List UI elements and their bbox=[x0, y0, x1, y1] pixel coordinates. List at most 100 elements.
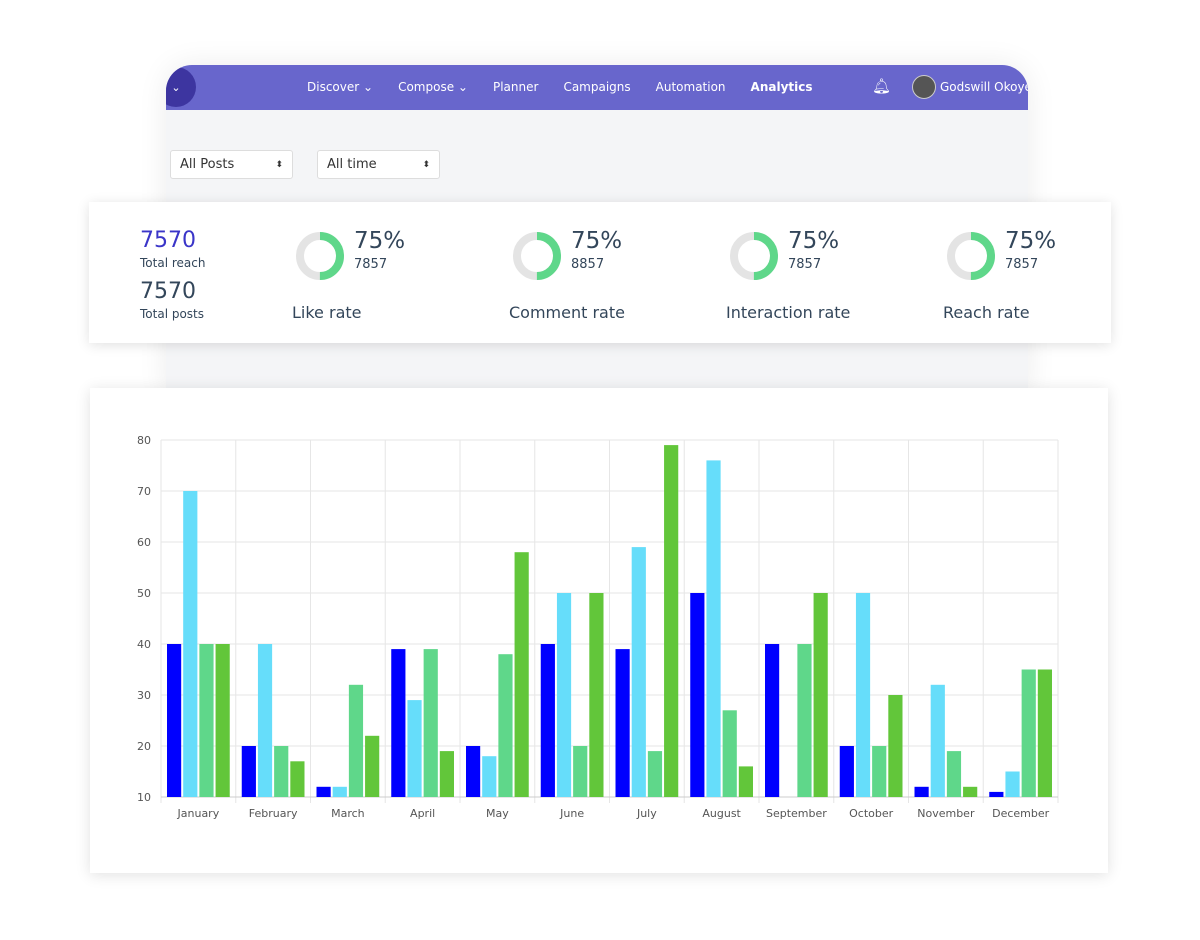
x-tick-label: January bbox=[177, 807, 220, 820]
bar-october-series-2 bbox=[872, 746, 887, 797]
total-posts-value: 7570 bbox=[140, 279, 196, 304]
bar-june-series-0 bbox=[540, 644, 555, 797]
bar-may-series-3 bbox=[514, 552, 529, 797]
bar-june-series-1 bbox=[556, 593, 572, 797]
y-tick-label: 60 bbox=[137, 536, 151, 549]
top-nav: ⌄ Discover ⌄ Compose ⌄ Planner Campaigns… bbox=[166, 65, 1028, 110]
bar-march-series-0 bbox=[316, 786, 331, 797]
bar-october-series-1 bbox=[855, 593, 871, 797]
x-tick-label: October bbox=[849, 807, 893, 820]
bar-august-series-2 bbox=[722, 710, 737, 797]
y-tick-label: 80 bbox=[137, 434, 151, 447]
sort-arrows-icon: ⬍ bbox=[275, 159, 283, 170]
avatar bbox=[912, 75, 936, 99]
y-tick-label: 40 bbox=[137, 638, 151, 651]
nav-discover[interactable]: Discover ⌄ bbox=[307, 80, 373, 94]
bar-may-series-2 bbox=[498, 654, 513, 797]
donut-ring bbox=[513, 232, 561, 280]
donut-ring bbox=[296, 232, 344, 280]
bar-july-series-0 bbox=[615, 649, 630, 797]
y-tick-label: 50 bbox=[137, 587, 151, 600]
metric-percent: 75% bbox=[788, 228, 840, 254]
x-tick-label: November bbox=[917, 807, 975, 820]
posts-filter-select[interactable]: All Posts ⬍ bbox=[170, 150, 293, 179]
bar-april-series-2 bbox=[423, 649, 438, 797]
metric-percent: 75% bbox=[354, 228, 406, 254]
stats-card: 7570 Total reach 7570 Total posts 75% 78… bbox=[89, 202, 1111, 343]
bar-october-series-0 bbox=[839, 746, 854, 797]
total-reach-value: 7570 bbox=[140, 228, 196, 253]
user-name: Godswill Okoye bbox=[940, 80, 1028, 94]
bar-may-series-1 bbox=[482, 756, 497, 797]
nav-automation[interactable]: Automation bbox=[656, 80, 726, 94]
x-tick-label: May bbox=[486, 807, 509, 820]
bar-december-series-3 bbox=[1037, 669, 1052, 797]
bar-september-series-2 bbox=[797, 644, 812, 797]
user-menu[interactable]: Godswill Okoye bbox=[912, 75, 1028, 99]
bar-april-series-0 bbox=[391, 649, 406, 797]
donut-ring bbox=[947, 232, 995, 280]
bar-july-series-1 bbox=[631, 547, 646, 797]
y-tick-label: 20 bbox=[137, 740, 151, 753]
x-tick-label: September bbox=[766, 807, 827, 820]
nav-analytics[interactable]: Analytics bbox=[751, 80, 813, 94]
bar-november-series-2 bbox=[946, 751, 962, 797]
bar-june-series-3 bbox=[589, 593, 604, 797]
bar-april-series-1 bbox=[407, 700, 422, 797]
metric-count: 7857 bbox=[788, 257, 822, 272]
total-reach-label: Total reach bbox=[140, 256, 206, 270]
bar-march-series-1 bbox=[332, 786, 347, 797]
y-tick-label: 30 bbox=[137, 689, 151, 702]
x-tick-label: July bbox=[636, 807, 657, 820]
chevron-down-icon: ⌄ bbox=[457, 80, 468, 94]
nav-campaigns[interactable]: Campaigns bbox=[563, 80, 630, 94]
bar-august-series-0 bbox=[690, 593, 705, 797]
bar-july-series-3 bbox=[664, 445, 679, 797]
x-tick-label: March bbox=[331, 807, 365, 820]
x-tick-label: December bbox=[992, 807, 1050, 820]
chart-card: 10 20 30 40 50 60 70 80 January February March Apri… bbox=[90, 388, 1108, 873]
bar-april-series-3 bbox=[439, 751, 454, 797]
bar-may-series-0 bbox=[466, 746, 481, 797]
bar-october-series-3 bbox=[888, 695, 903, 797]
bar-august-series-3 bbox=[738, 766, 753, 797]
sort-arrows-icon: ⬍ bbox=[422, 159, 430, 170]
bar-november-series-3 bbox=[963, 786, 978, 797]
metric-label: Interaction rate bbox=[726, 303, 851, 322]
menu-toggle-button[interactable]: ⌄ bbox=[166, 67, 196, 107]
total-posts-label: Total posts bbox=[140, 307, 205, 321]
bar-february-series-0 bbox=[241, 746, 256, 797]
donut-ring bbox=[730, 232, 778, 280]
time-filter-select[interactable]: All time ⬍ bbox=[317, 150, 440, 179]
bar-january-series-2 bbox=[199, 644, 214, 797]
metric-percent: 75% bbox=[1005, 228, 1057, 254]
bar-january-series-1 bbox=[183, 491, 198, 797]
metric-label: Comment rate bbox=[509, 303, 625, 322]
bar-november-series-1 bbox=[930, 684, 945, 797]
nav-planner[interactable]: Planner bbox=[493, 80, 538, 94]
chevron-down-icon: ⌄ bbox=[363, 80, 374, 94]
bar-february-series-2 bbox=[274, 746, 289, 797]
y-tick-label: 10 bbox=[137, 791, 151, 804]
bar-august-series-1 bbox=[706, 460, 721, 797]
metric-count: 7857 bbox=[354, 257, 388, 272]
bar-february-series-3 bbox=[290, 761, 305, 797]
metric-label: Reach rate bbox=[943, 303, 1030, 322]
bar-march-series-3 bbox=[365, 735, 380, 797]
bar-january-series-3 bbox=[215, 644, 230, 797]
bar-february-series-1 bbox=[257, 644, 273, 797]
metric-count: 8857 bbox=[571, 257, 605, 272]
bar-december-series-1 bbox=[1005, 771, 1020, 797]
y-tick-label: 70 bbox=[137, 485, 151, 498]
x-tick-label: June bbox=[559, 807, 584, 820]
bar-september-series-3 bbox=[813, 593, 828, 797]
bar-chart: 10 20 30 40 50 60 70 80 January February March Apri… bbox=[137, 434, 1059, 820]
bar-june-series-2 bbox=[573, 746, 588, 797]
x-tick-label: August bbox=[702, 807, 741, 820]
metric-percent: 75% bbox=[571, 228, 623, 254]
bell-icon[interactable]: 🔔︎ bbox=[872, 77, 891, 95]
nav-compose[interactable]: Compose ⌄ bbox=[398, 80, 468, 94]
bar-december-series-0 bbox=[989, 791, 1004, 797]
metric-count: 7857 bbox=[1005, 257, 1039, 272]
bar-july-series-2 bbox=[647, 751, 663, 797]
